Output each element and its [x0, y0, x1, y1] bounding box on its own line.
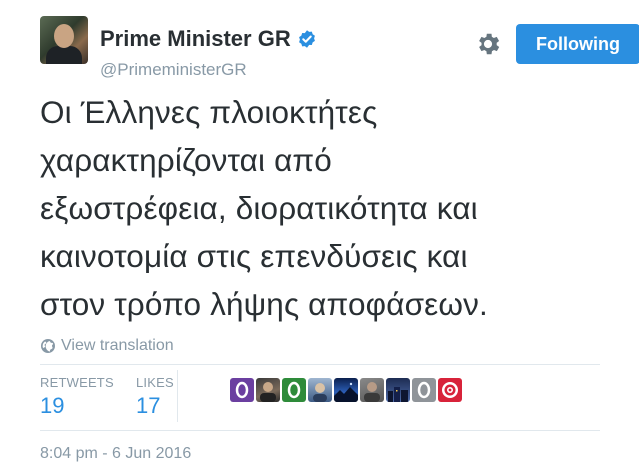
profile-avatar[interactable] [40, 16, 88, 64]
stats-separator [177, 370, 178, 422]
tweet-text: Οι Έλληνες πλοιοκτήτες χαρακτηρίζονται α… [40, 88, 620, 328]
person-photo-icon [260, 382, 276, 402]
display-name[interactable]: Prime Minister GR [100, 26, 291, 52]
name-row: Prime Minister GR [100, 26, 317, 52]
globe-icon [41, 339, 55, 353]
user-handle[interactable]: @PrimeministerGR [100, 60, 247, 80]
likes-count: 17 [136, 393, 161, 418]
following-button[interactable]: Following [516, 24, 639, 64]
liker-avatar[interactable] [308, 378, 332, 402]
tweet-line: καινοτομία στις επενδύσεις και [40, 238, 468, 274]
avatar-face [54, 24, 74, 48]
likes-label: LIKES [136, 375, 174, 390]
liker-avatar[interactable] [360, 378, 384, 402]
liker-avatar[interactable] [412, 378, 436, 402]
view-translation-label: View translation [61, 337, 174, 354]
city-icon [388, 387, 408, 402]
likes-stat[interactable]: LIKES 17 [136, 375, 174, 419]
liker-avatar[interactable] [438, 378, 462, 402]
tweet-line: στον τρόπο λήψης αποφάσεων. [40, 286, 488, 322]
avatar-suit [46, 46, 82, 64]
retweets-count: 19 [40, 393, 65, 418]
liker-avatar[interactable] [282, 378, 306, 402]
tweet-line: εξωστρέφεια, διορατικότητα και [40, 190, 478, 226]
gear-icon[interactable] [474, 30, 502, 58]
person-photo-icon [364, 382, 380, 402]
liker-avatar[interactable] [230, 378, 254, 402]
liker-avatar[interactable] [386, 378, 410, 402]
tweet-timestamp[interactable]: 8:04 pm - 6 Jun 2016 [40, 445, 191, 463]
o-logo-icon [287, 381, 301, 399]
retweets-label: RETWEETS [40, 375, 114, 390]
divider [40, 364, 600, 365]
verified-badge-icon [298, 30, 315, 48]
night-sky-icon [334, 382, 358, 402]
liker-avatars [230, 378, 464, 402]
view-translation-link[interactable]: View translation [40, 337, 174, 355]
liker-avatar[interactable] [334, 378, 358, 402]
person-photo-icon [313, 383, 327, 402]
o-logo-icon [417, 381, 431, 399]
tweet-header: Prime Minister GR @PrimeministerGR Follo… [40, 12, 639, 79]
retweets-stat[interactable]: RETWEETS 19 [40, 375, 114, 419]
tweet-line: χαρακτηρίζονται από [40, 142, 332, 178]
divider [40, 430, 600, 431]
tweet-line: Οι Έλληνες πλοιοκτήτες [40, 94, 378, 130]
liker-avatar[interactable] [256, 378, 280, 402]
target-icon [442, 382, 458, 398]
o-logo-icon [235, 381, 249, 399]
